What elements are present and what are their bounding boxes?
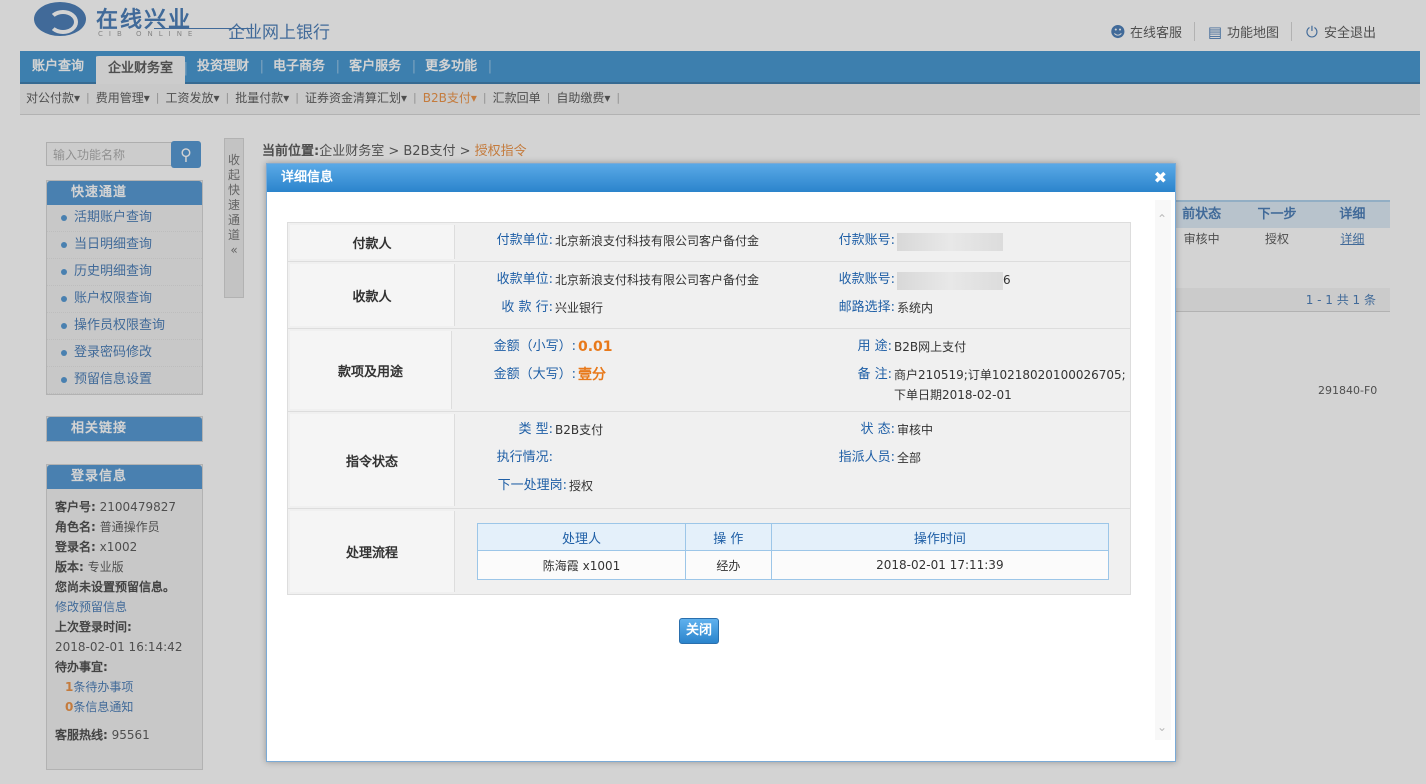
note-value: 商户210519;订单10218020100026705;下单日期2018-02… bbox=[894, 368, 1126, 402]
note-label: 备 注: bbox=[857, 367, 892, 382]
detail-table: 付款人 付款单位: 北京新浪支付科技有限公司客户备付金 付款账号: 收款人 收款… bbox=[287, 222, 1131, 595]
assign-label: 指派人员: bbox=[838, 450, 895, 465]
next-value: 授权 bbox=[569, 479, 594, 493]
modal-title: 详细信息 bbox=[281, 170, 334, 185]
flow-section: 处理流程 处理人 操 作 操作时间 陈海霞 x1001 经办 2018-02-0… bbox=[288, 509, 1130, 594]
use-value: B2B网上支付 bbox=[894, 340, 967, 354]
type-value: B2B支付 bbox=[555, 423, 604, 437]
state-value: 审核中 bbox=[897, 423, 934, 437]
purpose-body: 金额（小写）: 0.01 用 途: B2B网上支付 金额（大写）: 壹分 备 注… bbox=[454, 329, 1130, 411]
use-label: 用 途: bbox=[857, 339, 892, 354]
payee-row-2: 收 款 行: 兴业银行 邮路选择: 系统内 bbox=[457, 294, 1130, 322]
payer-row: 付款单位: 北京新浪支付科技有限公司客户备付金 付款账号: bbox=[457, 227, 1130, 255]
status-row-1: 类 型: B2B支付 状 态: 审核中 bbox=[457, 416, 1130, 444]
payee-body: 收款单位: 北京新浪支付科技有限公司客户备付金 收款账号: 6 收 款 行: 兴… bbox=[457, 262, 1130, 328]
flow-cell-time: 2018-02-01 17:11:39 bbox=[770, 550, 1110, 580]
payee-unit-label: 收款单位: bbox=[496, 272, 553, 287]
route-label: 邮路选择: bbox=[838, 300, 895, 315]
payer-label: 付款人 bbox=[290, 225, 455, 259]
payee-section: 收款人 收款单位: 北京新浪支付科技有限公司客户备付金 收款账号: 6 收 款 … bbox=[288, 262, 1130, 329]
next-label: 下一处理岗: bbox=[497, 478, 567, 493]
amount-big: 壹分 bbox=[578, 367, 606, 383]
modal-scrollbar[interactable]: ⌃ ⌄ bbox=[1155, 200, 1171, 740]
payee-account-tail: 6 bbox=[1003, 273, 1011, 287]
detail-modal: 详细信息 ✖ ⌃ ⌄ 付款人 付款单位: 北京新浪支付科技有限公司客户备付金 付… bbox=[266, 163, 1176, 762]
flow-col-handler: 处理人 bbox=[476, 523, 687, 551]
payer-body: 付款单位: 北京新浪支付科技有限公司客户备付金 付款账号: bbox=[457, 223, 1130, 261]
amount-big-label: 金额（大写）: bbox=[493, 367, 576, 382]
amount-small-label: 金额（小写）: bbox=[493, 339, 576, 354]
payee-row-1: 收款单位: 北京新浪支付科技有限公司客户备付金 收款账号: 6 bbox=[457, 266, 1130, 294]
payer-unit-label: 付款单位: bbox=[496, 233, 553, 248]
payer-unit: 北京新浪支付科技有限公司客户备付金 bbox=[555, 234, 760, 248]
type-label: 类 型: bbox=[518, 422, 553, 437]
payer-section: 付款人 付款单位: 北京新浪支付科技有限公司客户备付金 付款账号: bbox=[288, 223, 1130, 262]
state-label: 状 态: bbox=[860, 422, 895, 437]
status-row-2: 执行情况: 指派人员: 全部 bbox=[457, 444, 1130, 472]
flow-cell-handler: 陈海霞 x1001 bbox=[476, 550, 687, 580]
purpose-row-1: 金额（小写）: 0.01 用 途: B2B网上支付 bbox=[454, 333, 1130, 361]
payee-bank: 兴业银行 bbox=[555, 301, 604, 315]
exec-label: 执行情况: bbox=[496, 450, 553, 465]
modal-title-bar: 详细信息 ✖ bbox=[267, 164, 1175, 192]
status-row-3: 下一处理岗: 授权 bbox=[457, 472, 1130, 500]
payer-account-redacted bbox=[895, 227, 1130, 255]
amount-small: 0.01 bbox=[578, 339, 613, 355]
flow-header-row: 处理人 操 作 操作时间 bbox=[476, 523, 1110, 551]
payer-account-label: 付款账号: bbox=[838, 233, 895, 248]
close-icon[interactable]: ✖ bbox=[1154, 164, 1167, 192]
flow-body: 处理人 操 作 操作时间 陈海霞 x1001 经办 2018-02-01 17:… bbox=[457, 509, 1130, 594]
scroll-down-icon[interactable]: ⌄ bbox=[1157, 720, 1167, 734]
payee-bank-label: 收 款 行: bbox=[501, 300, 553, 315]
purpose-section: 款项及用途 金额（小写）: 0.01 用 途: B2B网上支付 金额（大写）: … bbox=[288, 329, 1130, 412]
payee-label: 收款人 bbox=[290, 264, 455, 326]
table-row: 陈海霞 x1001 经办 2018-02-01 17:11:39 bbox=[476, 550, 1110, 580]
flow-label: 处理流程 bbox=[290, 511, 455, 592]
flow-table: 处理人 操 作 操作时间 陈海霞 x1001 经办 2018-02-01 17:… bbox=[476, 523, 1110, 580]
scroll-up-icon[interactable]: ⌃ bbox=[1157, 212, 1167, 226]
close-button[interactable]: 关闭 bbox=[679, 618, 719, 644]
payee-unit: 北京新浪支付科技有限公司客户备付金 bbox=[555, 273, 760, 287]
flow-cell-operation: 经办 bbox=[685, 550, 772, 580]
purpose-row-2: 金额（大写）: 壹分 备 注: 商户210519;订单1021802010002… bbox=[454, 361, 1130, 405]
assign-value: 全部 bbox=[897, 451, 922, 465]
payee-account-redacted: 6 bbox=[895, 266, 1130, 294]
status-section: 指令状态 类 型: B2B支付 状 态: 审核中 执行情况: 指派人员: 全部 … bbox=[288, 412, 1130, 509]
status-label: 指令状态 bbox=[290, 414, 455, 506]
payee-account-label: 收款账号: bbox=[838, 272, 895, 287]
exec-value bbox=[553, 444, 779, 472]
purpose-label: 款项及用途 bbox=[290, 331, 452, 409]
status-body: 类 型: B2B支付 状 态: 审核中 执行情况: 指派人员: 全部 下一处理岗… bbox=[457, 412, 1130, 508]
flow-col-time: 操作时间 bbox=[770, 523, 1110, 551]
flow-col-operation: 操 作 bbox=[685, 523, 772, 551]
route-value: 系统内 bbox=[897, 301, 934, 315]
